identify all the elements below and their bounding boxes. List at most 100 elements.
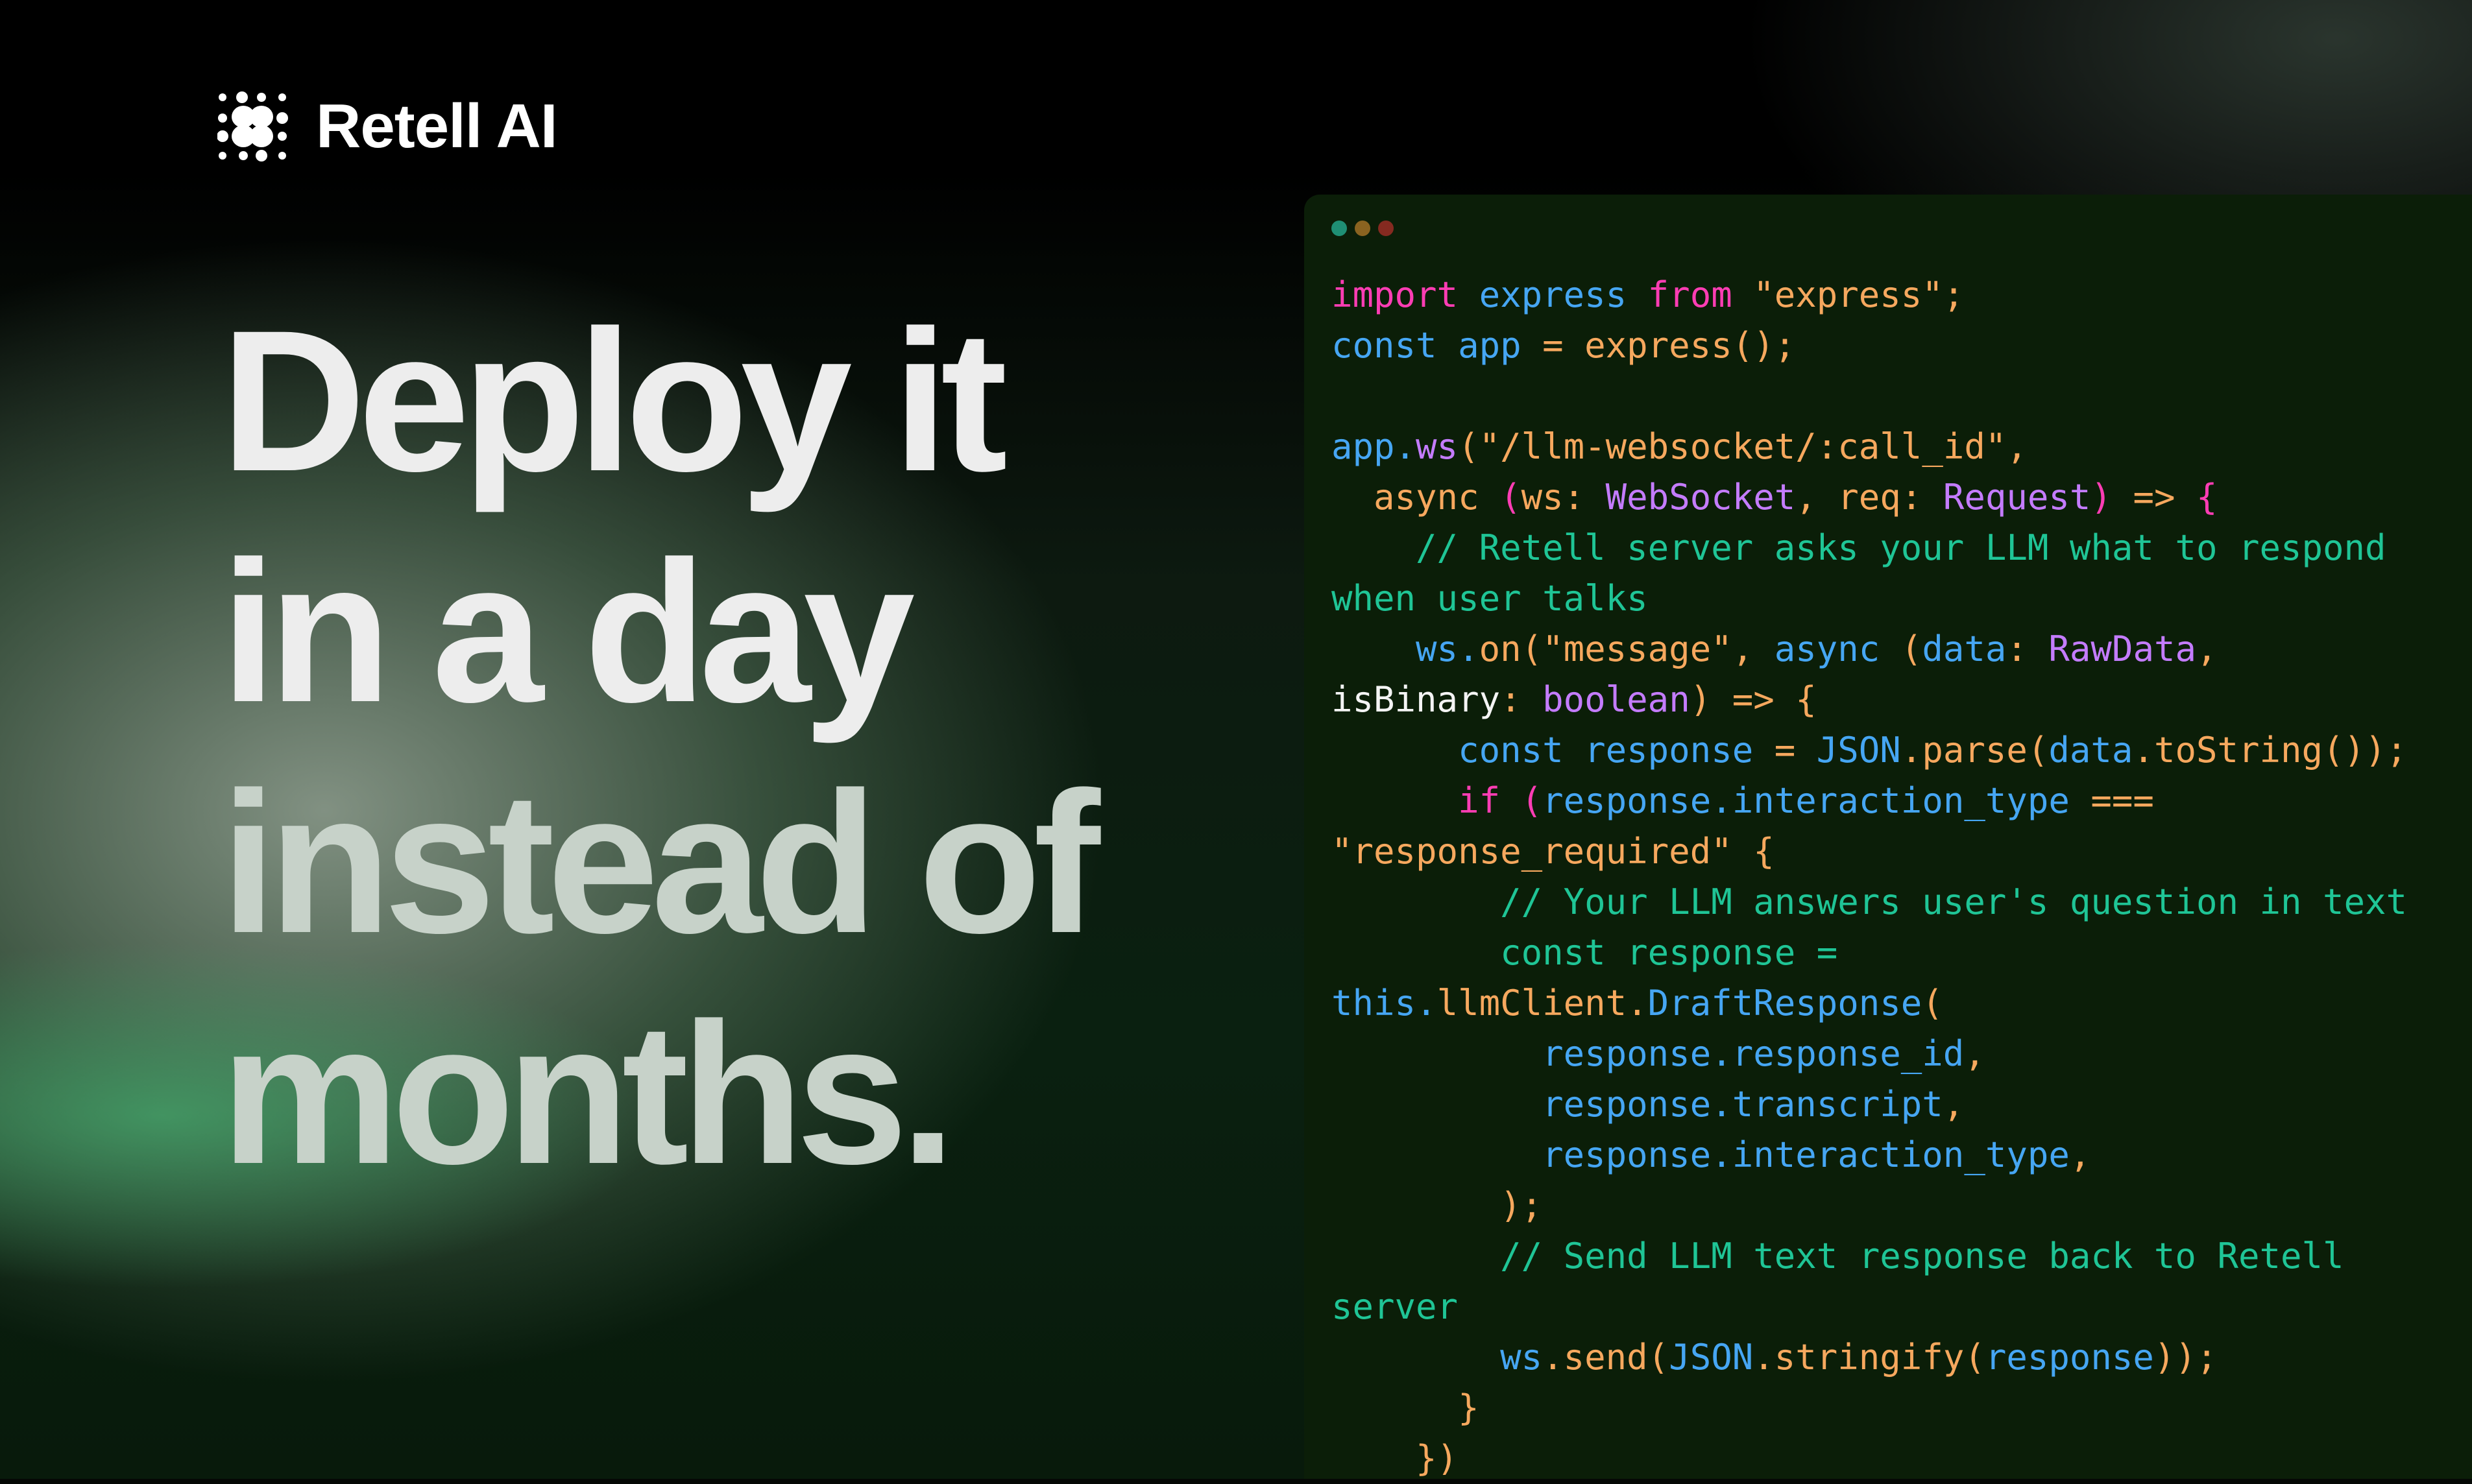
code-token: // Retell server asks your LLM what to r… (1331, 527, 2386, 568)
code-block: import express from "express"; const app … (1331, 270, 2407, 1484)
code-line: response.transcript, (1331, 1079, 2407, 1130)
code-token: === (2090, 780, 2154, 821)
code-token: WebSocket (1605, 477, 1796, 518)
code-token: response (1985, 1337, 2154, 1378)
code-line: const response = (1331, 928, 2407, 978)
code-token: , (1943, 1084, 1965, 1125)
code-token: JSON (1669, 1337, 1754, 1378)
code-line: ws.on("message", async (data: RawData, (1331, 624, 2407, 675)
code-token: = express(); (1542, 325, 1796, 366)
code-token: data (1922, 628, 2007, 669)
headline-line: Deploy it (221, 288, 1008, 513)
code-token: const response = (1331, 932, 1838, 973)
code-token: .stringify( (1753, 1337, 1985, 1378)
code-token: , (2069, 1134, 2091, 1175)
code-line: const response = JSON.parse(data.toStrin… (1331, 725, 2407, 776)
code-token: when user talks (1331, 578, 1648, 619)
code-token: response.response_id (1331, 1033, 1965, 1074)
code-token: : (2006, 628, 2049, 669)
code-line: if (response.interaction_type === (1331, 776, 2407, 826)
code-token: , req: (1795, 477, 1943, 518)
code-token: ) (2090, 477, 2112, 518)
green-dot-icon (1331, 221, 1347, 236)
code-token: ("/llm-websocket/:call_id", (1458, 426, 2028, 467)
code-line: // Retell server asks your LLM what to r… (1331, 523, 2407, 573)
code-token: if (1331, 780, 1521, 821)
code-line: import express from "express"; (1331, 270, 2407, 320)
code-token: ws. (1331, 628, 1479, 669)
code-token: "express"; (1753, 274, 1965, 315)
code-line: // Your LLM answers user's question in t… (1331, 877, 2407, 928)
code-token: async (1331, 477, 1501, 518)
headline: Deploy it in a day instead of months. (221, 285, 1100, 1209)
code-line: response.response_id, (1331, 1029, 2407, 1079)
red-dot-icon (1378, 221, 1394, 236)
code-token: ( (1900, 628, 1922, 669)
headline-line: in a day (221, 519, 915, 744)
code-token: on("message", (1479, 628, 1775, 669)
code-token: app. (1331, 426, 1416, 467)
code-token: express (1479, 274, 1648, 315)
code-token: .toString()); (2133, 730, 2408, 771)
code-token: RawData (2048, 628, 2196, 669)
code-token: response.interaction_type (1331, 1134, 2070, 1175)
window-controls (1331, 221, 1394, 236)
code-token: JSON (1816, 730, 1901, 771)
code-token: llmClient. (1436, 983, 1648, 1023)
code-token: response.interaction_type (1542, 780, 2091, 821)
code-token: } (1331, 1387, 1479, 1428)
code-token: Request (1943, 477, 2091, 518)
code-token: response.transcript (1331, 1084, 1943, 1125)
code-line: } (1331, 1383, 2407, 1433)
code-token: isBinary (1331, 679, 1501, 720)
code-token: ( (1500, 477, 1521, 518)
code-line: server (1331, 1282, 2407, 1332)
code-line: app.ws("/llm-websocket/:call_id", (1331, 422, 2407, 472)
code-token: ws (1331, 1337, 1543, 1378)
code-line: // Send LLM text response back to Retell (1331, 1231, 2407, 1282)
code-line: this.llmClient.DraftResponse( (1331, 978, 2407, 1029)
code-line: ); (1331, 1180, 2407, 1231)
code-token: "response_required" { (1331, 831, 1775, 872)
code-token: ( (1521, 780, 1543, 821)
code-token: .send( (1542, 1337, 1669, 1378)
headline-line: months. (221, 981, 956, 1206)
code-token: async (1774, 628, 1901, 669)
code-line: isBinary: boolean) => { (1331, 675, 2407, 725)
brand-name: Retell AI (316, 91, 558, 161)
code-token: { (2196, 477, 2218, 518)
code-token: )); (2153, 1337, 2218, 1378)
code-token: }) (1331, 1438, 1459, 1479)
code-line: ws.send(JSON.stringify(response)); (1331, 1332, 2407, 1383)
code-line: response.interaction_type, (1331, 1130, 2407, 1180)
code-token: server (1331, 1286, 1459, 1327)
code-token: this. (1331, 983, 1437, 1023)
code-token: , (2196, 628, 2218, 669)
code-token: = (1774, 730, 1817, 771)
code-token: // Send LLM text response back to Retell (1331, 1236, 2344, 1276)
code-token: ); (1331, 1185, 1543, 1226)
code-token: ( (1922, 983, 1943, 1023)
code-line: }) (1331, 1433, 2407, 1484)
code-token: // Your LLM answers user's question in t… (1331, 881, 2408, 922)
code-token: data (2048, 730, 2133, 771)
code-line: async (ws: WebSocket, req: Request) => { (1331, 472, 2407, 523)
retell-dot-grid-logo-icon (217, 91, 288, 162)
code-token: , (1964, 1033, 1985, 1074)
code-token: => (2111, 477, 2196, 518)
code-token: ws (1416, 426, 1459, 467)
code-token: : (1500, 679, 1543, 720)
code-line: when user talks (1331, 573, 2407, 624)
code-token: ws: (1521, 477, 1606, 518)
code-token: ) => { (1690, 679, 1817, 720)
code-line: "response_required" { (1331, 826, 2407, 877)
code-token: import (1331, 274, 1479, 315)
code-token: const response (1331, 730, 1775, 771)
code-line: const app = express(); (1331, 320, 2407, 371)
code-token: .parse( (1900, 730, 2049, 771)
code-token: const app (1331, 325, 1543, 366)
code-token: boolean (1542, 679, 1690, 720)
brand-logo: Retell AI (217, 91, 558, 162)
code-token: DraftResponse (1647, 983, 1922, 1023)
